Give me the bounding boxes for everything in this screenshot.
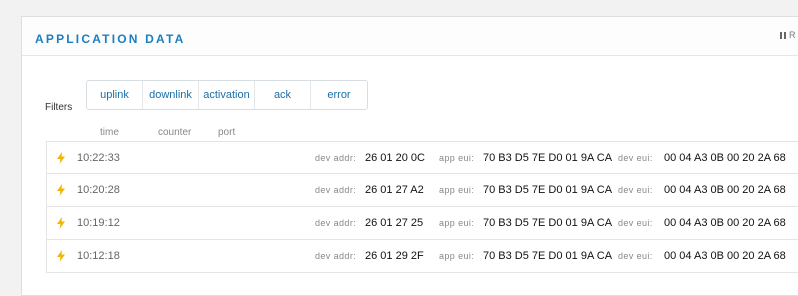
- dev-addr-label: dev addr:: [315, 251, 357, 261]
- lightning-bolt-icon: [57, 250, 65, 262]
- dev-addr-label: dev addr:: [315, 218, 357, 228]
- dev-addr-value: 26 01 27 A2: [365, 184, 424, 196]
- table-row[interactable]: 10:19:12 dev addr: 26 01 27 25 app eui: …: [46, 207, 798, 240]
- app-eui-label: app eui:: [439, 153, 475, 163]
- app-eui-value: 70 B3 D5 7E D0 01 9A CA: [483, 250, 613, 262]
- filter-downlink-button[interactable]: downlink: [143, 81, 199, 109]
- dev-eui-value: 00 04 A3 0B 00 20 2A 68: [664, 184, 786, 196]
- filter-uplink-button[interactable]: uplink: [87, 81, 143, 109]
- filter-ack-button[interactable]: ack: [255, 81, 311, 109]
- app-eui-label: app eui:: [439, 251, 475, 261]
- table-row[interactable]: 10:22:33 dev addr: 26 01 20 0C app eui: …: [46, 141, 798, 174]
- row-time: 10:22:33: [77, 152, 120, 164]
- dev-addr-value: 26 01 29 2F: [365, 250, 424, 262]
- lightning-bolt-icon: [57, 152, 65, 164]
- dev-eui-label: dev eui:: [618, 251, 653, 261]
- dev-eui-value: 00 04 A3 0B 00 20 2A 68: [664, 217, 786, 229]
- dev-addr-label: dev addr:: [315, 185, 357, 195]
- row-time: 10:20:28: [77, 184, 120, 196]
- app-eui-value: 70 B3 D5 7E D0 01 9A CA: [483, 217, 613, 229]
- dev-addr-label: dev addr:: [315, 153, 357, 163]
- filter-button-group: uplink downlink activation ack error: [86, 80, 368, 110]
- panel-title: APPLICATION DATA: [35, 32, 186, 46]
- application-data-panel: APPLICATION DATA R Filters uplink downli…: [21, 16, 798, 296]
- column-header-time: time: [100, 127, 119, 138]
- dev-eui-label: dev eui:: [618, 153, 653, 163]
- app-eui-value: 70 B3 D5 7E D0 01 9A CA: [483, 184, 613, 196]
- dev-addr-value: 26 01 20 0C: [365, 152, 425, 164]
- column-header-counter: counter: [158, 127, 192, 138]
- table-row[interactable]: 10:12:18 dev addr: 26 01 29 2F app eui: …: [46, 240, 798, 273]
- panel-header: APPLICATION DATA R: [22, 17, 798, 56]
- filter-error-button[interactable]: error: [311, 81, 367, 109]
- lightning-bolt-icon: [57, 217, 65, 229]
- dev-eui-value: 00 04 A3 0B 00 20 2A 68: [664, 152, 786, 164]
- pause-label: R: [789, 30, 796, 40]
- lightning-bolt-icon: [57, 184, 65, 196]
- pause-button[interactable]: R: [780, 30, 796, 40]
- dev-eui-value: 00 04 A3 0B 00 20 2A 68: [664, 250, 786, 262]
- dev-eui-label: dev eui:: [618, 185, 653, 195]
- column-header-port: port: [218, 127, 236, 138]
- app-eui-label: app eui:: [439, 185, 475, 195]
- row-time: 10:19:12: [77, 217, 120, 229]
- table-row[interactable]: 10:20:28 dev addr: 26 01 27 A2 app eui: …: [46, 174, 798, 207]
- pause-icon: [780, 31, 786, 39]
- filter-activation-button[interactable]: activation: [199, 81, 255, 109]
- filters-label: Filters: [45, 102, 73, 113]
- data-rows: 10:22:33 dev addr: 26 01 20 0C app eui: …: [46, 141, 798, 273]
- app-eui-value: 70 B3 D5 7E D0 01 9A CA: [483, 152, 613, 164]
- dev-eui-label: dev eui:: [618, 218, 653, 228]
- row-time: 10:12:18: [77, 250, 120, 262]
- dev-addr-value: 26 01 27 25: [365, 217, 424, 229]
- app-eui-label: app eui:: [439, 218, 475, 228]
